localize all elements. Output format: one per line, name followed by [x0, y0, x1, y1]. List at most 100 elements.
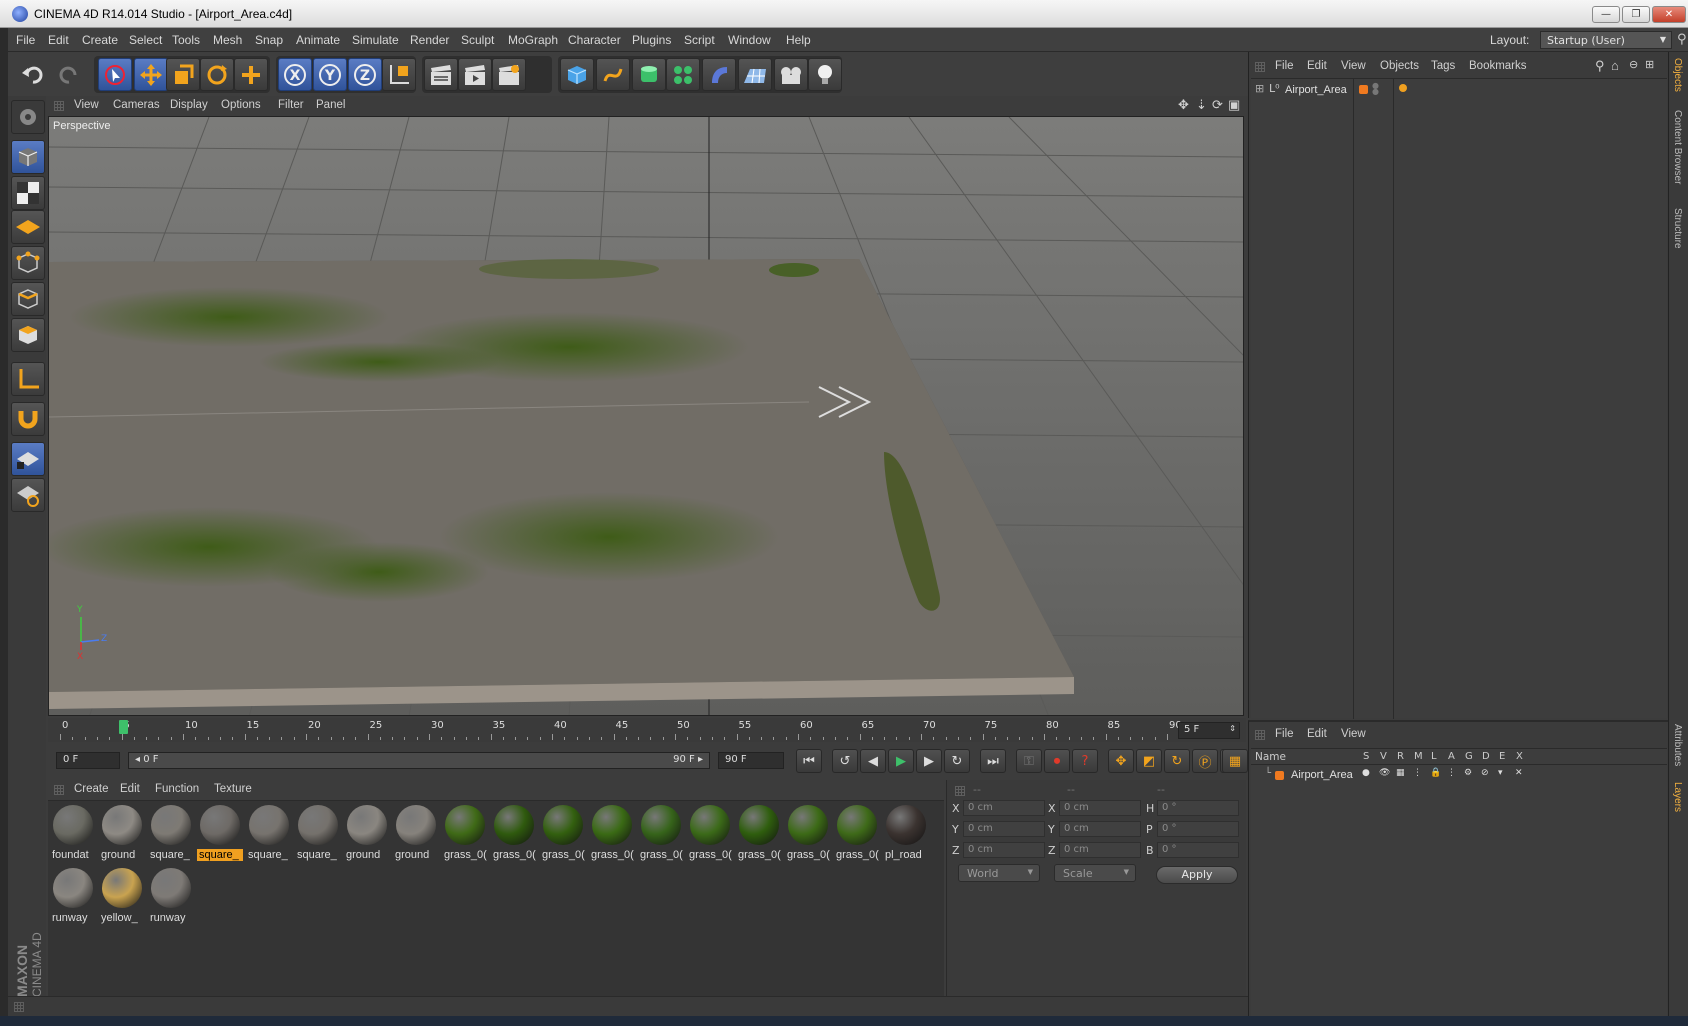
material-preview-sphere[interactable] [151, 868, 191, 908]
timeline-window-button[interactable]: ▦ [1222, 749, 1248, 773]
live-selection-button[interactable] [98, 58, 132, 91]
material-swatch[interactable]: grass_0( [834, 803, 880, 865]
tab-content-browser[interactable]: Content Browser [1672, 110, 1683, 184]
material-menu-create[interactable]: Create [74, 783, 109, 795]
solo-icon[interactable]: ● [1362, 768, 1370, 778]
object-menu-view[interactable]: View [1341, 60, 1366, 72]
preview-range-slider[interactable]: ◂ 0 F 90 F ▸ [128, 752, 710, 769]
material-preview-sphere[interactable] [249, 805, 289, 845]
material-swatch[interactable]: grass_0( [638, 803, 684, 865]
menu-sculpt[interactable]: Sculpt [461, 33, 494, 47]
perspective-viewport[interactable]: Perspective Y Z X [48, 116, 1244, 716]
array-button[interactable] [666, 58, 700, 91]
viewport-scene[interactable] [49, 117, 1244, 716]
material-preview-sphere[interactable] [102, 868, 142, 908]
next-frame-button[interactable]: ▶ [916, 749, 942, 773]
scale-track-button[interactable]: ◩ [1136, 749, 1162, 773]
material-swatch[interactable]: grass_0( [687, 803, 733, 865]
redo-button[interactable] [52, 58, 86, 91]
menu-help[interactable]: Help [786, 33, 811, 47]
previous-frame-button[interactable]: ◀ [860, 749, 886, 773]
menu-select[interactable]: Select [129, 33, 162, 47]
material-preview-sphere[interactable] [445, 805, 485, 845]
expression-icon[interactable]: ▾ [1498, 768, 1503, 778]
viewport-menu-view[interactable]: View [74, 99, 99, 111]
y-axis-button[interactable]: Y [313, 58, 347, 91]
menu-window[interactable]: Window [728, 33, 771, 47]
autokey-button[interactable]: ⏺ [1044, 749, 1070, 773]
object-row-airport-area[interactable]: ⊞ L⁰ Airport_Area ● ● [1251, 81, 1667, 99]
record-keys-button[interactable]: ⚿ [1016, 749, 1042, 773]
panel-grip-icon[interactable] [1255, 62, 1265, 72]
material-swatch[interactable]: square_ [197, 803, 243, 865]
stepper-icon[interactable]: ⇕ [1229, 724, 1236, 733]
link-icon[interactable]: ⊖ [1629, 58, 1638, 71]
menu-create[interactable]: Create [82, 33, 118, 47]
layer-flag-header[interactable]: D [1482, 751, 1490, 762]
apply-button[interactable]: Apply [1156, 866, 1238, 884]
layout-dropdown[interactable]: Startup (User) ▼ [1540, 31, 1672, 49]
object-menu-file[interactable]: File [1275, 60, 1294, 72]
tag-icon[interactable] [1399, 84, 1407, 92]
panel-grip-icon[interactable] [955, 786, 965, 796]
size-field[interactable]: 0 cm [1059, 821, 1141, 837]
coordinate-mode-dropdown[interactable]: World ▼ [958, 864, 1040, 882]
render-settings-button[interactable] [492, 58, 526, 91]
material-preview-sphere[interactable] [151, 805, 191, 845]
object-menu-objects[interactable]: Objects [1380, 60, 1419, 72]
polygons-mode-button[interactable] [11, 318, 45, 352]
layer-flag-header[interactable]: X [1516, 751, 1523, 762]
material-menu-function[interactable]: Function [155, 783, 199, 795]
deformer-icon[interactable]: ⊘ [1481, 768, 1489, 778]
object-menu-bookmarks[interactable]: Bookmarks [1469, 60, 1527, 72]
material-swatch[interactable]: grass_0( [736, 803, 782, 865]
generator-icon[interactable]: ⚙ [1464, 768, 1472, 778]
parameter-track-button[interactable]: Ⓟ [1192, 749, 1218, 773]
camera-button[interactable] [774, 58, 808, 91]
scale-button[interactable] [166, 58, 200, 91]
max-frame-field[interactable]: 90 F [718, 752, 784, 769]
rotate-view-icon[interactable]: ⟳ [1212, 97, 1223, 113]
dolly-view-icon[interactable]: ⇣ [1196, 97, 1207, 113]
layer-flag-header[interactable]: G [1465, 751, 1473, 762]
tab-structure[interactable]: Structure [1672, 208, 1683, 249]
keyframe-selection-button[interactable]: ? [1072, 749, 1098, 773]
position-track-button[interactable]: ✥ [1108, 749, 1134, 773]
workplane-lock-button[interactable] [11, 442, 45, 476]
material-swatch[interactable]: grass_0( [589, 803, 635, 865]
material-swatch[interactable]: square_ [246, 803, 292, 865]
layer-flag-header[interactable]: L [1431, 751, 1437, 762]
material-menu-edit[interactable]: Edit [120, 783, 140, 795]
previous-key-button[interactable]: ↺ [832, 749, 858, 773]
model-mode-button[interactable] [11, 140, 45, 174]
menu-snap[interactable]: Snap [255, 33, 283, 47]
menu-simulate[interactable]: Simulate [352, 33, 399, 47]
deformer-button[interactable] [702, 58, 736, 91]
viewport-menu-options[interactable]: Options [221, 99, 261, 111]
material-swatch[interactable]: square_ [295, 803, 341, 865]
material-swatch[interactable]: grass_0( [540, 803, 586, 865]
visibility-dots-icon[interactable]: ● ● [1372, 82, 1379, 96]
material-preview-sphere[interactable] [396, 805, 436, 845]
material-swatch[interactable]: grass_0( [785, 803, 831, 865]
home-icon[interactable]: ⌂ [1611, 58, 1619, 73]
edges-mode-button[interactable] [11, 282, 45, 316]
material-preview-sphere[interactable] [592, 805, 632, 845]
material-preview-sphere[interactable] [543, 805, 583, 845]
size-field[interactable]: 0 cm [1059, 800, 1141, 816]
material-swatch[interactable]: yellow_ [99, 866, 145, 928]
animation-icon[interactable]: ⋮ [1447, 768, 1456, 778]
material-preview-sphere[interactable] [494, 805, 534, 845]
layer-flag-header[interactable]: A [1448, 751, 1455, 762]
coordinate-system-button[interactable] [382, 58, 416, 91]
go-to-start-button[interactable]: ⏮ [796, 749, 822, 773]
menu-tools[interactable]: Tools [172, 33, 200, 47]
lock-icon[interactable]: 🔒 [1430, 768, 1441, 778]
layer-flag-header[interactable]: S [1363, 751, 1369, 762]
rotate-button[interactable] [200, 58, 234, 91]
expand-icon[interactable]: ⊞ [1255, 82, 1264, 95]
layer-row-airport-area[interactable]: └ Airport_Area ● 👁 ▦ ⋮ 🔒 ⋮ ⚙ ⊘ ▾ ✕ [1251, 767, 1667, 783]
app-icon[interactable] [12, 6, 28, 22]
move-button[interactable] [134, 58, 168, 91]
new-view-icon[interactable]: ⊞ [1645, 58, 1654, 71]
